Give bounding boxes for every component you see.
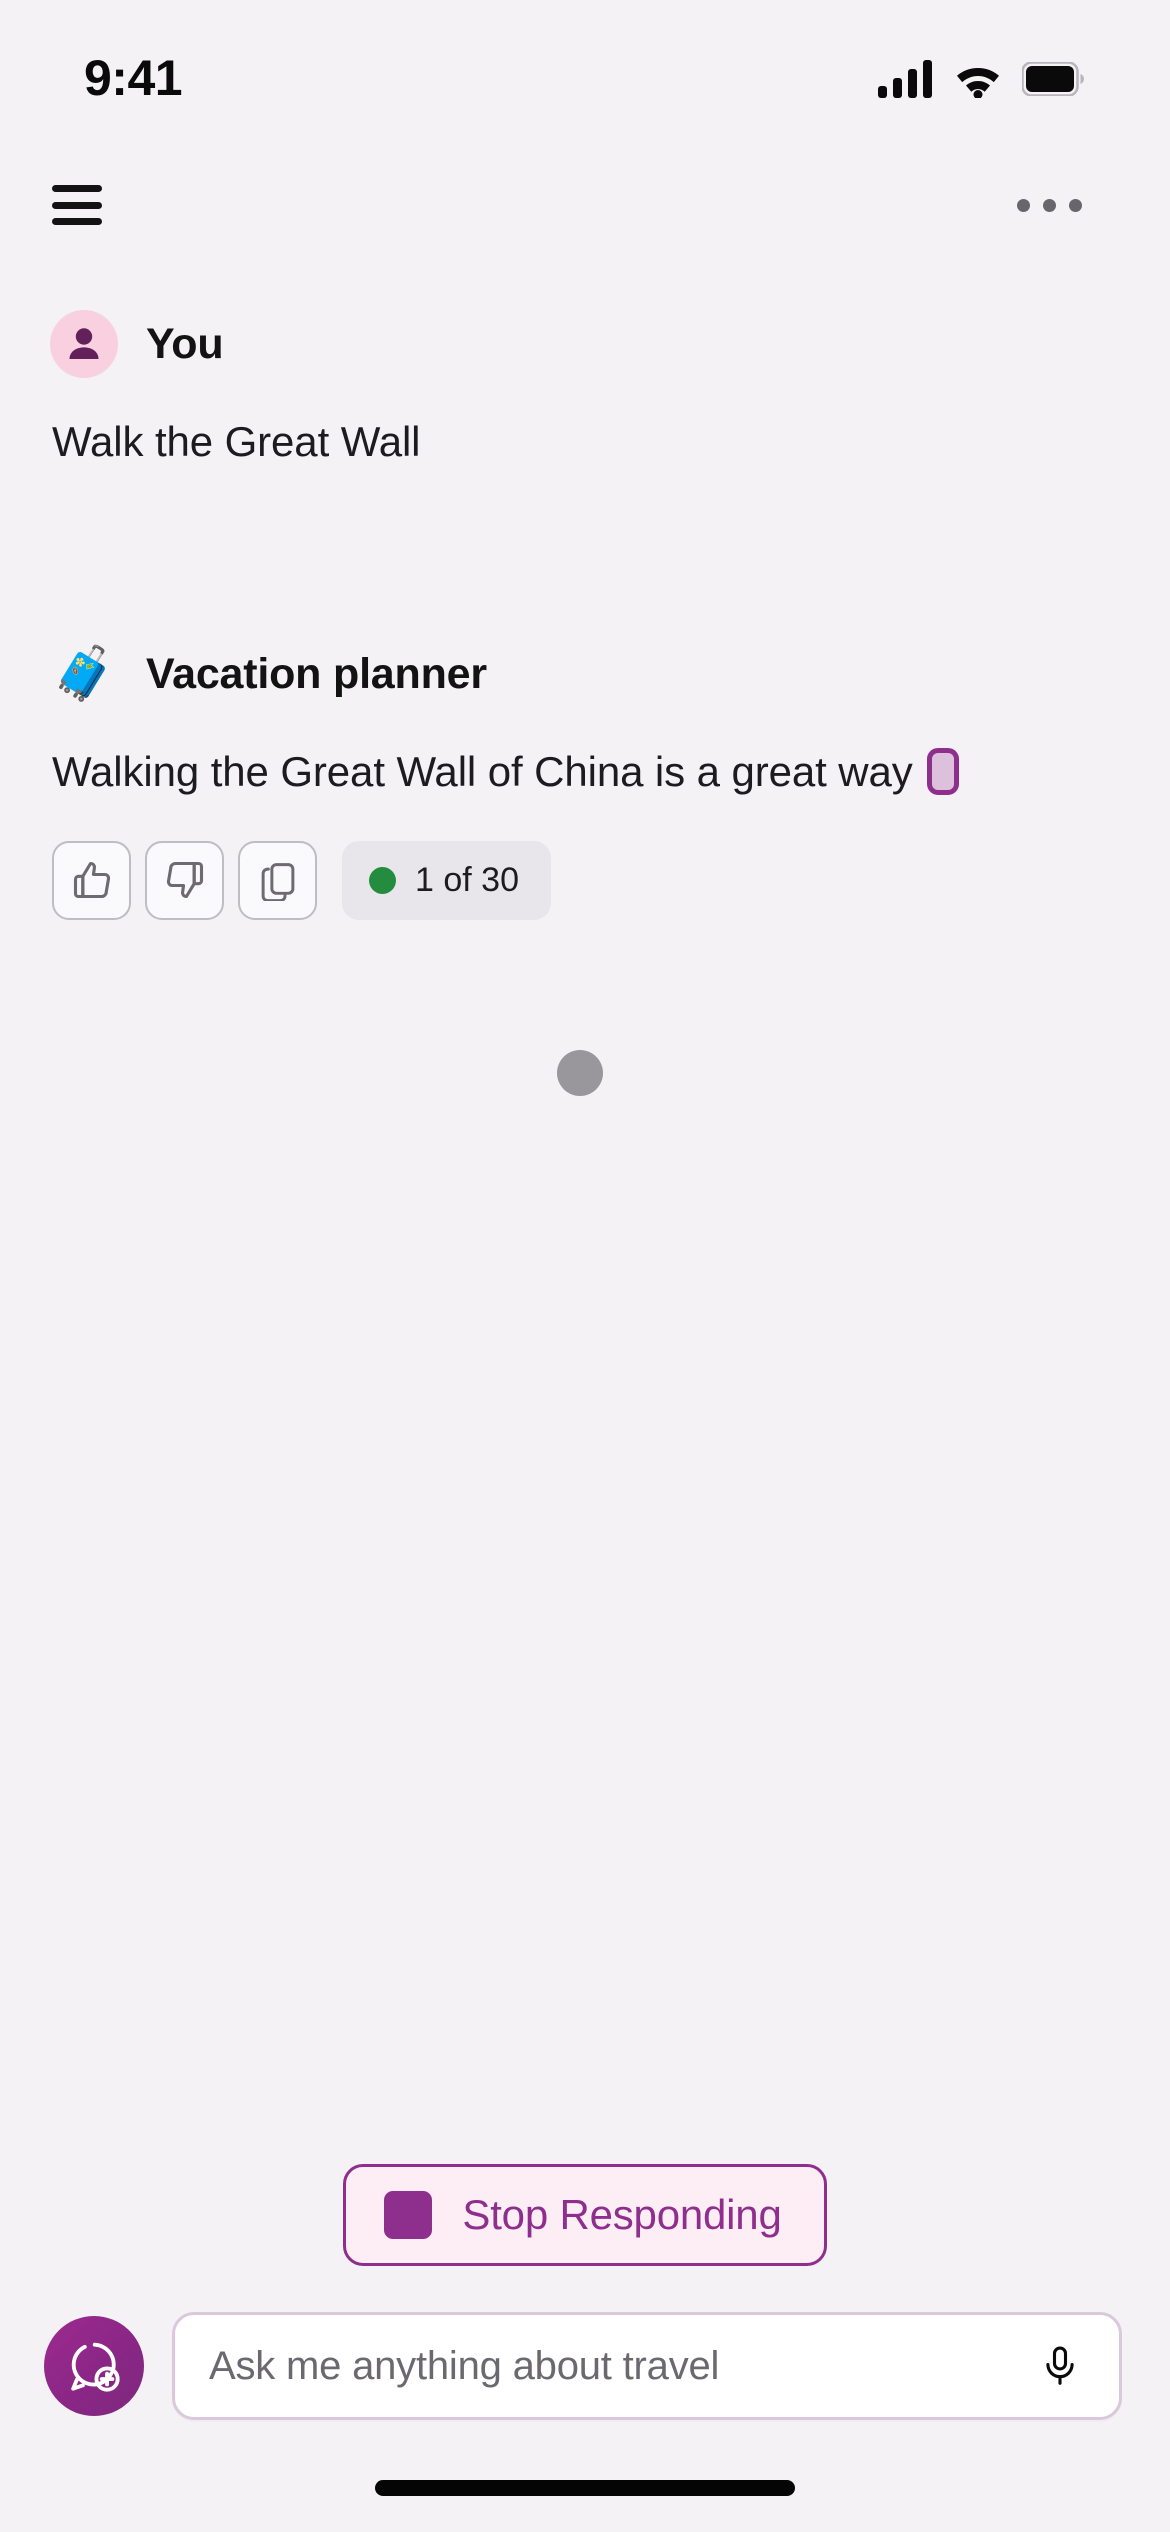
- typing-indicator-dot: [557, 1049, 603, 1096]
- home-indicator-area: [0, 2466, 1170, 2532]
- response-counter-label: 1 of 30: [415, 860, 519, 899]
- streaming-cursor-icon: [926, 748, 959, 796]
- thumbs-up-icon: [73, 861, 110, 899]
- composer-bar: Ask me anything about travel: [0, 2266, 1170, 2466]
- battery-full-icon: [1022, 62, 1084, 96]
- status-icons: [878, 60, 1084, 98]
- nav-bar: [0, 150, 1170, 260]
- status-bar: 9:41: [0, 0, 1170, 150]
- response-counter[interactable]: 1 of 30: [342, 840, 551, 920]
- status-time: 9:41: [84, 50, 183, 106]
- stop-responding-button[interactable]: Stop Responding: [343, 2164, 827, 2266]
- hamburger-menu-icon[interactable]: [46, 181, 108, 229]
- sender-name-user: You: [146, 319, 224, 368]
- message-text-user: Walk the Great Wall: [52, 418, 421, 465]
- copy-button[interactable]: [238, 840, 317, 920]
- more-options-icon[interactable]: [1013, 181, 1086, 230]
- stop-responding-label: Stop Responding: [462, 2191, 782, 2238]
- sender-name-bot: Vacation planner: [146, 649, 487, 698]
- luggage-emoji: 🧳: [51, 645, 117, 704]
- message-actions: 1 of 30: [52, 840, 1120, 920]
- new-chat-button[interactable]: [44, 2316, 144, 2416]
- thumbs-down-icon: [166, 861, 203, 899]
- wifi-icon: [957, 68, 999, 98]
- typing-indicator: [50, 1049, 1120, 1096]
- app-screen: 9:41 You Walk the Great Wall 🧳 Vacation …: [0, 0, 1170, 2532]
- person-avatar-icon: [69, 328, 99, 359]
- thumbs-up-button[interactable]: [52, 840, 131, 920]
- message-header-bot: 🧳 Vacation planner: [50, 640, 1120, 708]
- message-text-bot: Walking the Great Wall of China is a gre…: [52, 748, 913, 796]
- message-input-placeholder: Ask me anything about travel: [209, 2343, 720, 2388]
- stop-responding-container: Stop Responding: [0, 2164, 1170, 2266]
- thumbs-down-button[interactable]: [145, 840, 224, 920]
- copy-icon: [261, 863, 294, 902]
- home-indicator-bar: [375, 2480, 795, 2496]
- chat-thread: You Walk the Great Wall 🧳 Vacation plann…: [0, 260, 1170, 2266]
- message-text-bot-wrapper: Walking the Great Wall of China is a gre…: [52, 744, 1120, 800]
- stop-square-icon: [384, 2191, 433, 2239]
- avatar: [50, 310, 118, 378]
- new-chat-bubble-plus-icon: [71, 2342, 120, 2392]
- message-header-user: You: [50, 310, 1120, 378]
- status-indicator-dot: [369, 866, 396, 894]
- message-input-field[interactable]: Ask me anything about travel: [172, 2312, 1122, 2420]
- cellular-signal-icon: [878, 60, 932, 98]
- microphone-icon: [1046, 2346, 1074, 2385]
- microphone-button[interactable]: [1029, 2335, 1091, 2397]
